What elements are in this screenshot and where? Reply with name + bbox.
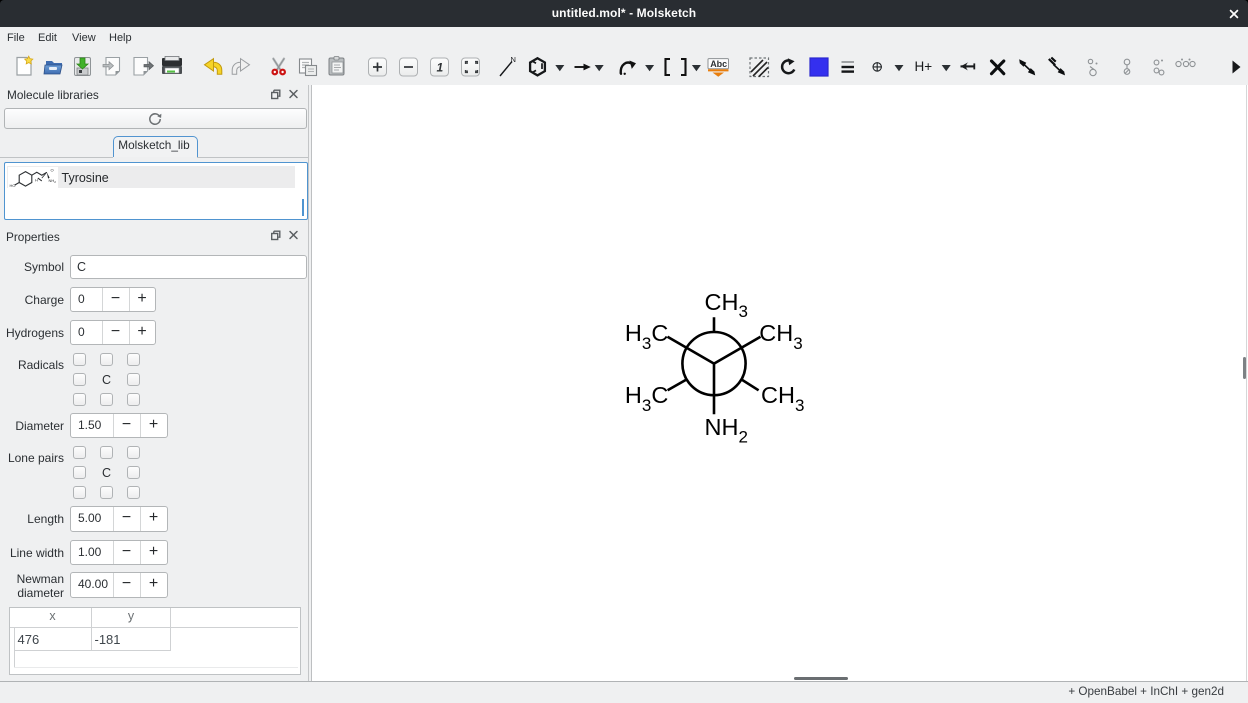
- svg-text:O: O: [50, 167, 53, 172]
- svg-text:Abc: Abc: [710, 59, 727, 69]
- svg-text:HO: HO: [9, 183, 15, 188]
- svg-text:H3C: H3C: [625, 382, 668, 415]
- svg-text:H: H: [35, 177, 38, 182]
- svg-text:NH2: NH2: [705, 414, 748, 447]
- svg-text:N: N: [511, 55, 516, 64]
- svg-text:CH3: CH3: [705, 289, 748, 321]
- svg-text:CH3: CH3: [761, 382, 804, 415]
- svg-text:2: 2: [54, 180, 56, 184]
- svg-text:1: 1: [437, 61, 444, 75]
- svg-text:H3C: H3C: [625, 320, 668, 353]
- svg-text:H+: H+: [915, 59, 933, 74]
- svg-text:CH3: CH3: [759, 320, 802, 353]
